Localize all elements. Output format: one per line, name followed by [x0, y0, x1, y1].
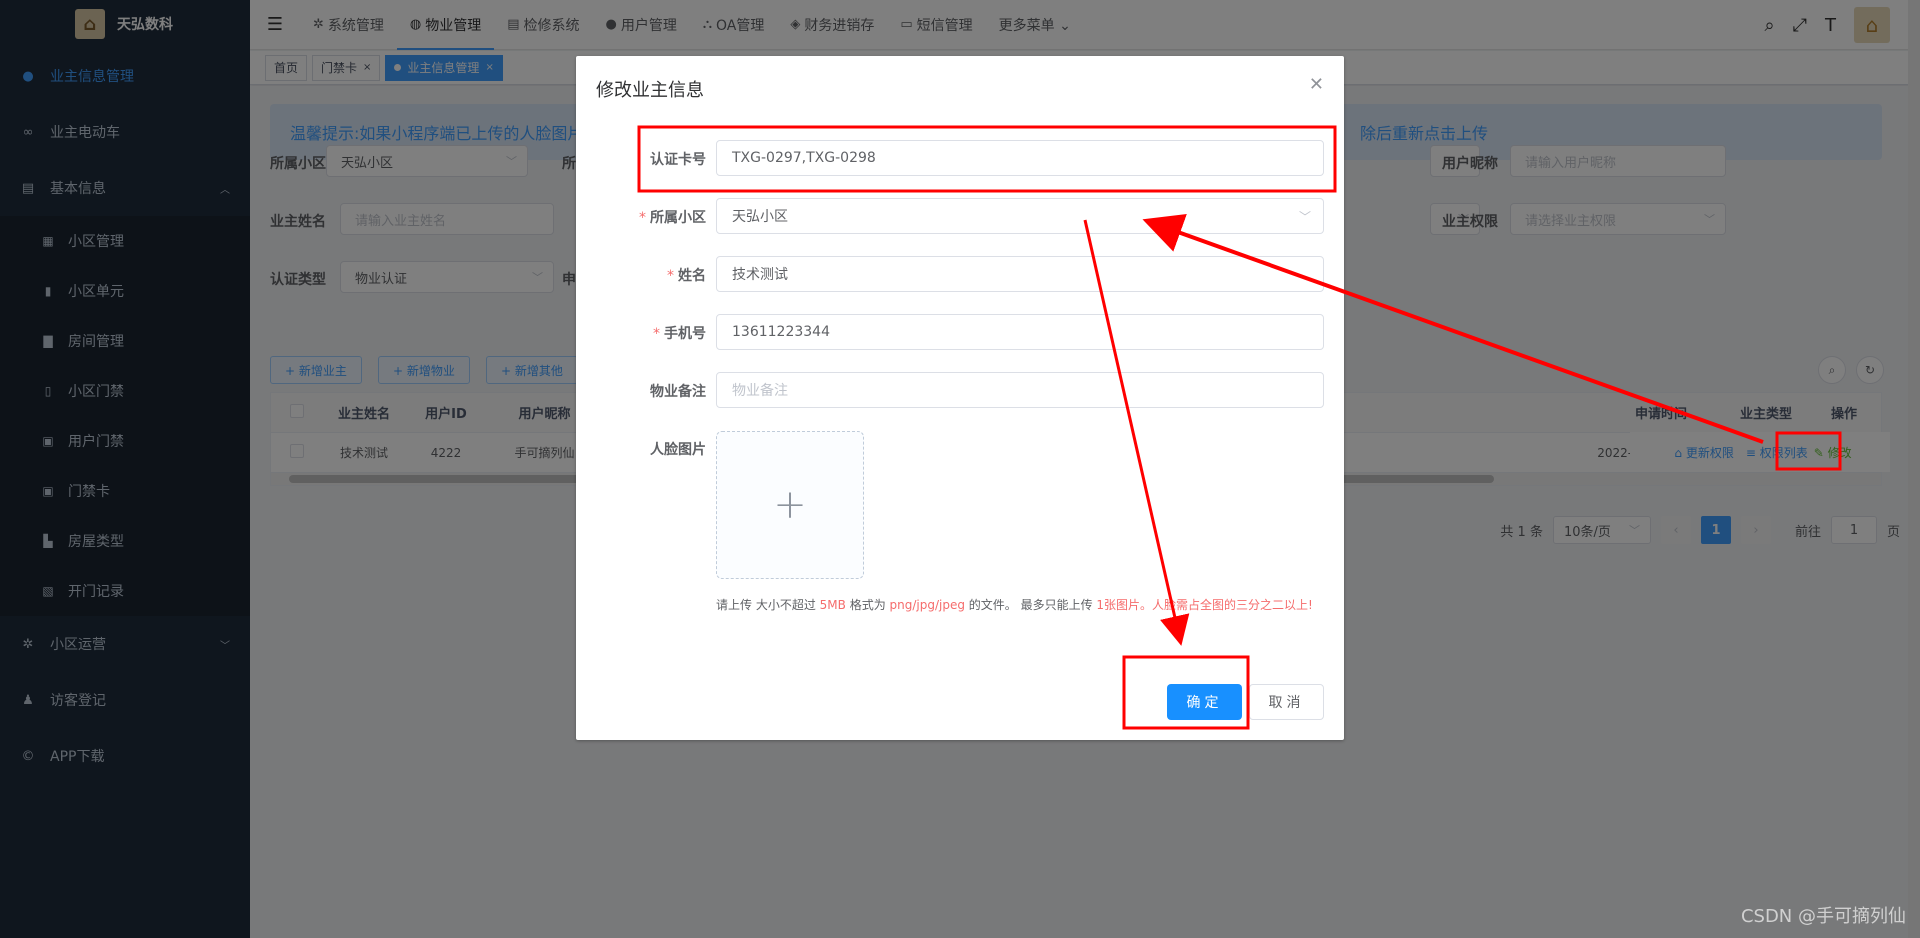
chevron-down-icon: ﹀	[1298, 209, 1311, 224]
confirm-button[interactable]: 确定	[1167, 684, 1242, 720]
close-icon[interactable]: ✕	[1309, 74, 1324, 95]
card-no-label: 认证卡号	[650, 152, 706, 168]
watermark: CSDN @手可摘列仙	[1740, 906, 1906, 927]
cancel-button[interactable]: 取消	[1249, 684, 1324, 720]
remark-label: 物业备注	[650, 384, 706, 400]
community-select[interactable]: 天弘小区 ﹀	[716, 198, 1324, 234]
name-input[interactable]: 技术测试	[716, 256, 1324, 292]
card-no-input[interactable]: TXG-0297,TXG-0298	[716, 140, 1324, 176]
upload-tip: 请上传 大小不超过 5MB 格式为 png/jpg/jpeg 的文件。 最多只能…	[716, 598, 1313, 612]
face-upload-button[interactable]: +	[716, 431, 864, 579]
name-label: * 姓名	[667, 268, 706, 284]
community-label: * 所属小区	[639, 210, 706, 226]
phone-input[interactable]: 13611223344	[716, 314, 1324, 350]
plus-icon: +	[773, 482, 807, 528]
edit-owner-dialog: 修改业主信息 ✕ 认证卡号 TXG-0297,TXG-0298 * 所属小区 天弘…	[576, 56, 1344, 740]
remark-input[interactable]: 物业备注	[716, 372, 1324, 408]
face-image-label: 人脸图片	[650, 442, 706, 458]
dialog-title: 修改业主信息	[596, 80, 704, 101]
phone-label: * 手机号	[653, 326, 706, 342]
